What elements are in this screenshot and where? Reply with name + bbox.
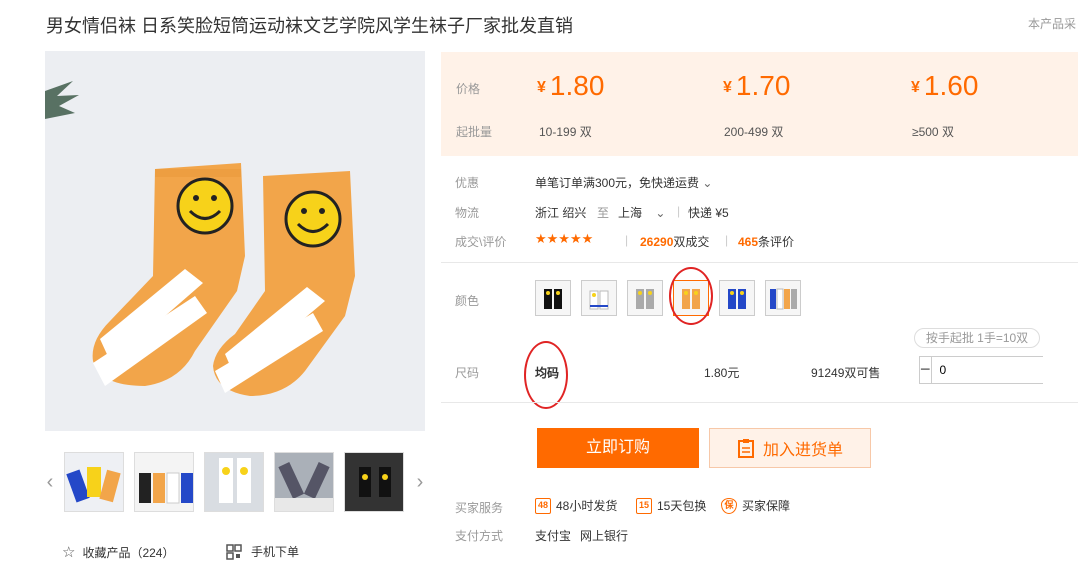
shipping-fee: 快递 ¥5 — [688, 206, 729, 220]
clipboard-icon — [737, 439, 754, 458]
chevron-down-icon: ⌄ — [655, 206, 666, 220]
currency-symbol: ¥ — [723, 79, 732, 96]
price-tier-3-value: 1.60 — [923, 70, 979, 101]
size-price: 1.80元 — [704, 366, 740, 380]
color-swatch-grey[interactable] — [627, 280, 663, 316]
service-15day: 15 15天包换 — [636, 497, 706, 514]
rating-stars: ★★★★★ — [535, 231, 594, 246]
top-note: 本产品采 — [1028, 17, 1077, 31]
quantity-stepper[interactable]: − + — [919, 356, 1078, 384]
quantity-input[interactable] — [931, 357, 1078, 383]
currency-symbol: ¥ — [911, 79, 920, 96]
exchange-15day-icon: 15 — [636, 497, 652, 514]
buy-now-button[interactable]: 立即订购 — [537, 428, 699, 468]
price-tier-2-value: 1.70 — [735, 70, 791, 101]
promo-dropdown[interactable]: 单笔订单满300元，免快递运费 ⌄ — [535, 174, 712, 191]
promo-label: 优惠 — [455, 176, 480, 190]
deal-count-value: 26290 — [640, 235, 674, 249]
deals-label: 成交\评价 — [455, 235, 507, 249]
color-swatch-mixed[interactable] — [765, 280, 801, 316]
separator: | — [725, 233, 729, 247]
price-tier-2: ¥1.70 — [723, 70, 790, 102]
promo-text: 单笔订单满300元，免快递运费 — [535, 176, 700, 190]
separator: | — [625, 233, 629, 247]
payment-bank: 网上银行 — [580, 529, 629, 543]
price-panel: 价格 起批量 ¥1.80 ¥1.70 ¥1.60 10-199 双 200-49… — [441, 52, 1078, 156]
color-swatch-blue[interactable] — [719, 280, 755, 316]
thumbnail-3[interactable] — [204, 452, 264, 512]
size-label: 尺码 — [455, 366, 480, 380]
qrcode-icon — [226, 543, 242, 560]
services-label: 买家服务 — [455, 501, 504, 515]
moq-tier-1: 10-199 双 — [539, 125, 592, 139]
price-tier-3: ¥1.60 — [911, 70, 978, 102]
add-to-cart-button[interactable]: 加入进货单 — [709, 428, 871, 468]
logistics-from: 浙江 绍兴 — [535, 206, 587, 220]
currency-symbol: ¥ — [537, 79, 546, 96]
service-48h-label: 48小时发货 — [556, 499, 618, 513]
star-outline-icon: ☆ — [62, 544, 76, 561]
moq-tier-2: 200-499 双 — [724, 125, 784, 139]
favorite-button[interactable]: ☆ 收藏产品（224） — [62, 543, 174, 561]
favorite-label: 收藏产品（224） — [82, 545, 175, 560]
review-count-value: 465 — [738, 235, 759, 249]
logistics-label: 物流 — [455, 206, 480, 220]
thumbnail-1[interactable] — [64, 452, 124, 512]
color-swatch-white[interactable] — [581, 280, 617, 316]
payment-label: 支付方式 — [455, 529, 504, 543]
divider — [441, 402, 1078, 403]
moq-label: 起批量 — [456, 125, 493, 139]
price-tier-1: ¥1.80 — [537, 70, 604, 102]
decrement-button[interactable]: − — [920, 357, 932, 383]
review-count-suffix: 条评价 — [758, 235, 795, 249]
order-unit-note: 按手起批 1手=10双 — [914, 328, 1040, 348]
service-15day-label: 15天包换 — [657, 499, 707, 513]
mobile-order-label: 手机下单 — [251, 545, 300, 559]
size-stock: 91249双可售 — [811, 366, 881, 380]
deal-count: 26290双成交 — [640, 233, 709, 250]
socks-illustration — [45, 51, 425, 431]
add-to-cart-label: 加入进货单 — [762, 442, 843, 459]
thumbnail-prev-arrow[interactable]: ‹ — [43, 470, 57, 494]
thumbnail-5[interactable] — [344, 452, 404, 512]
thumbnail-4[interactable] — [274, 452, 334, 512]
size-value: 均码 — [535, 366, 560, 380]
mobile-order-button[interactable]: 手机下单 — [226, 543, 299, 560]
price-tier-1-value: 1.80 — [549, 70, 605, 101]
chevron-down-icon: ⌄ — [702, 176, 713, 190]
service-guarantee-label: 买家保障 — [742, 499, 791, 513]
divider — [441, 262, 1078, 263]
payment-alipay: 支付宝 — [535, 529, 572, 543]
color-label: 颜色 — [455, 294, 480, 308]
separator: | — [677, 204, 681, 218]
thumbnail-2[interactable] — [134, 452, 194, 512]
thumbnail-next-arrow[interactable]: › — [413, 470, 427, 494]
main-product-image[interactable] — [45, 51, 425, 431]
color-swatch-orange[interactable] — [673, 280, 709, 316]
shield-icon: 保 — [721, 497, 737, 514]
product-title: 男女情侣袜 日系笑脸短筒运动袜文艺学院风学生袜子厂家批发直销 — [46, 16, 573, 36]
color-swatch-black[interactable] — [535, 280, 571, 316]
review-count-link[interactable]: 465条评价 — [738, 233, 794, 250]
deal-count-suffix: 双成交 — [673, 235, 710, 249]
destination-select[interactable]: 上海 ⌄ — [618, 204, 665, 221]
logistics-to-word: 至 — [597, 206, 610, 220]
service-48h: 48 48小时发货 — [535, 497, 617, 514]
delivery-48h-icon: 48 — [535, 497, 551, 514]
price-label: 价格 — [456, 82, 481, 96]
destination-value: 上海 — [618, 206, 643, 220]
service-guarantee: 保 买家保障 — [721, 497, 790, 514]
moq-tier-3: ≥500 双 — [912, 125, 954, 139]
